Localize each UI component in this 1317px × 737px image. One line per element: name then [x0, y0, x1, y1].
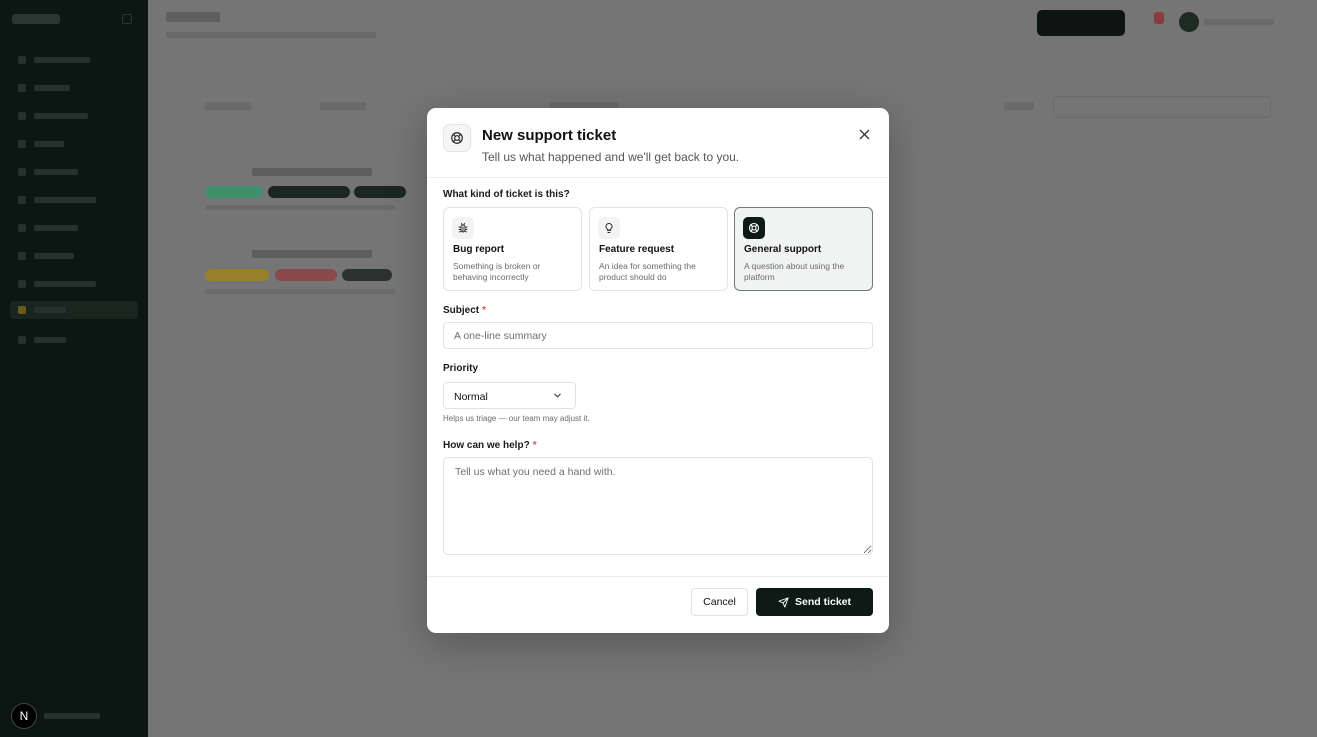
sidebar-item	[18, 84, 70, 92]
dialog-header: New support ticket Tell us what happened…	[427, 108, 889, 178]
required-mark: *	[482, 305, 487, 316]
lightbulb-icon	[598, 217, 620, 239]
subject-input[interactable]	[443, 322, 873, 349]
sidebar-item	[18, 280, 96, 288]
sidebar-item-active	[10, 301, 138, 319]
ticket-row-meta	[205, 289, 395, 294]
status-badge	[354, 186, 406, 198]
filter-tab	[320, 102, 366, 110]
bug-icon	[452, 217, 474, 239]
sidebar-item	[18, 140, 64, 148]
sidebar-item	[18, 336, 66, 344]
sidebar-item	[18, 112, 88, 120]
search-input-bg	[1053, 96, 1271, 118]
help-label-text: How can we help?	[443, 440, 530, 451]
subject-label-text: Subject	[443, 305, 480, 316]
priority-label: Priority	[443, 363, 479, 374]
ticket-row-meta	[205, 205, 395, 210]
page-subtitle	[166, 32, 376, 38]
sort-label	[1004, 102, 1034, 110]
required-mark: *	[532, 440, 537, 451]
help-textarea[interactable]	[443, 457, 873, 555]
ticket-type-description: A question about using the platform	[744, 261, 845, 282]
priority-value: Normal	[454, 391, 488, 403]
status-badge	[205, 269, 269, 281]
priority-select[interactable]: Normal	[443, 382, 576, 409]
sidebar-item	[18, 168, 78, 176]
subject-label: Subject *	[443, 305, 486, 316]
app-logo	[12, 14, 60, 24]
user-avatar	[1179, 12, 1199, 32]
send-ticket-button[interactable]: Send ticket	[756, 588, 873, 616]
ticket-type-description: An idea for something the product should…	[599, 261, 696, 282]
ticket-type-feature-request[interactable]: Feature request An idea for something th…	[589, 207, 728, 291]
sidebar: N	[0, 0, 148, 737]
lifebuoy-icon	[743, 217, 765, 239]
filter-tab	[205, 102, 251, 110]
ticket-type-title: General support	[744, 244, 822, 255]
status-badge	[268, 186, 350, 198]
lifebuoy-icon	[443, 124, 471, 152]
sidebar-item	[18, 196, 96, 204]
status-badge	[275, 269, 337, 281]
notification-icon	[1154, 12, 1164, 24]
ticket-type-general-support[interactable]: General support A question about using t…	[734, 207, 873, 291]
avatar: N	[11, 703, 37, 729]
close-button[interactable]	[855, 125, 873, 143]
sidebar-item	[18, 252, 74, 260]
sidebar-item	[18, 56, 90, 64]
ticket-type-label: What kind of ticket is this?	[443, 189, 570, 200]
ticket-row-title	[252, 250, 372, 258]
sidebar-item	[18, 224, 78, 232]
send-icon	[778, 596, 789, 608]
priority-hint: Helps us triage — our team may adjust it…	[443, 414, 590, 423]
status-badge	[205, 186, 263, 198]
chevron-down-icon	[554, 393, 561, 398]
new-ticket-dialog: New support ticket Tell us what happened…	[427, 108, 889, 633]
cancel-button[interactable]: Cancel	[691, 588, 748, 616]
dialog-title: New support ticket	[482, 127, 617, 144]
help-label: How can we help? *	[443, 440, 537, 451]
sidebar-collapse-icon	[122, 14, 132, 24]
dialog-subtitle: Tell us what happened and we'll get back…	[482, 150, 740, 164]
user-name	[1204, 19, 1274, 25]
status-badge	[342, 269, 392, 281]
ticket-type-bug-report[interactable]: Bug report Something is broken or behavi…	[443, 207, 582, 291]
dialog-footer: Cancel Send ticket	[427, 576, 889, 633]
close-icon	[859, 129, 869, 139]
sidebar-user-name	[44, 713, 100, 719]
ticket-row-title	[252, 168, 372, 176]
ticket-type-title: Bug report	[453, 244, 505, 255]
page-title	[166, 12, 220, 22]
ticket-type-description: Something is broken or behaving incorrec…	[453, 261, 541, 282]
header-action-button	[1037, 10, 1125, 36]
send-ticket-label: Send ticket	[794, 596, 852, 608]
ticket-type-title: Feature request	[599, 244, 675, 255]
